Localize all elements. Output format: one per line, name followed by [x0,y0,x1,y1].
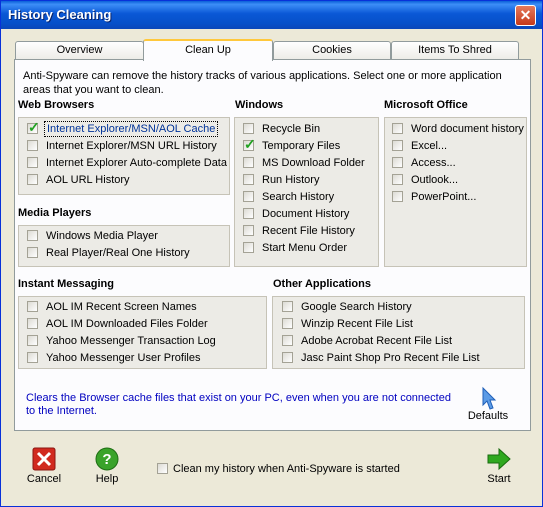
checkbox-label: Access... [411,157,456,169]
checkbox[interactable] [243,157,254,168]
checkbox[interactable] [243,136,256,152]
checkbox-label: Winzip Recent File List [301,318,413,330]
checkbox[interactable] [282,318,293,329]
checkbox[interactable] [243,225,254,236]
cancel-button[interactable]: Cancel [23,447,65,485]
checkbox-label: Real Player/Real One History [46,247,190,259]
checkbox[interactable] [243,174,254,185]
checkbox[interactable] [392,157,403,168]
checkbox[interactable] [27,247,38,258]
checkbox-label: Run History [262,174,320,186]
tab-bar: Overview Clean Up Cookies Items To Shred [15,39,529,61]
checkbox-label: Search History [262,191,335,203]
checkbox-label: Internet Explorer Auto-complete Data [46,157,227,169]
checkbox-label: Recycle Bin [262,123,321,135]
checkbox[interactable] [243,191,254,202]
history-cleaning-window: History Cleaning ✕ Overview Clean Up Coo… [0,0,543,507]
start-arrow-icon [487,447,511,471]
checkbox-label: AOL URL History [46,174,130,186]
checkbox[interactable] [27,119,40,135]
checkbox[interactable] [27,301,38,312]
checkbox-label: Google Search History [301,301,412,313]
checkbox-label: Windows Media Player [46,230,158,242]
checkbox[interactable] [27,140,38,151]
title-bar[interactable]: History Cleaning ✕ [1,1,542,29]
checkbox[interactable] [282,352,293,363]
checkbox[interactable] [282,301,293,312]
checkbox-label: Document History [262,208,350,220]
close-icon[interactable]: ✕ [515,5,536,26]
checkbox-label: Recent File History [262,225,355,237]
checkbox-label: Word document history [411,123,524,135]
tab-overview[interactable]: Overview [15,41,144,60]
media-players-title: Media Players [18,207,92,219]
checkbox-label: Temporary Files [262,140,341,152]
svg-text:?: ? [102,451,111,468]
checkbox[interactable] [282,335,293,346]
checkbox[interactable] [392,123,403,134]
instant-messaging-title: Instant Messaging [18,278,114,290]
tab-items-to-shred[interactable]: Items To Shred [391,41,519,60]
checkbox[interactable] [27,352,38,363]
checkbox-label: PowerPoint... [411,191,477,203]
checkbox-label: Jasc Paint Shop Pro Recent File List [301,352,480,364]
checkbox-label: Excel... [411,140,448,152]
intro-text: Anti-Spyware can remove the history trac… [23,70,502,96]
checkbox-label: Outlook... [411,174,459,186]
checkbox-label: Internet Explorer/MSN/AOL Cache [44,121,219,137]
tab-cookies[interactable]: Cookies [273,41,391,60]
checkbox-label: Adobe Acrobat Recent File List [301,335,453,347]
auto-clean-checkbox-box[interactable] [157,463,168,474]
checkbox[interactable] [27,318,38,329]
defaults-label: Defaults [467,410,509,422]
start-button[interactable]: Start [479,447,519,485]
checkbox[interactable] [27,174,38,185]
defaults-button[interactable]: Defaults [463,386,513,422]
checkbox-label: Start Menu Order [262,242,347,254]
start-label: Start [487,473,511,485]
checkbox[interactable] [392,191,403,202]
windows-title: Windows [235,99,284,111]
checkbox-label: AOL IM Downloaded Files Folder [46,318,208,330]
other-apps-title: Other Applications [273,278,371,290]
window-title: History Cleaning [8,7,112,22]
auto-clean-label: Clean my history when Anti-Spyware is st… [173,463,400,475]
checkbox-label: MS Download Folder [262,157,365,169]
checkbox[interactable] [27,230,38,241]
cancel-icon [32,447,56,471]
cancel-label: Cancel [26,473,62,485]
checkbox-label: Internet Explorer/MSN URL History [46,140,217,152]
checkbox[interactable] [243,242,254,253]
web-browsers-title: Web Browsers [18,99,95,111]
checkbox[interactable] [243,208,254,219]
checkbox-label: AOL IM Recent Screen Names [46,301,197,313]
checkbox-label: Yahoo Messenger User Profiles [46,352,201,364]
checkbox-label: Yahoo Messenger Transaction Log [46,335,216,347]
defaults-arrow-icon [482,386,497,410]
selection-description: Clears the Browser cache files that exis… [26,392,451,417]
office-title: Microsoft Office [384,99,468,111]
checkbox[interactable] [27,157,38,168]
checkbox[interactable] [243,123,254,134]
help-icon: ? [95,447,119,471]
checkbox[interactable] [392,140,403,151]
checkbox[interactable] [392,174,403,185]
help-label: Help [95,473,119,485]
tab-clean-up[interactable]: Clean Up [143,39,273,61]
help-button[interactable]: ? Help [87,447,127,485]
checkbox[interactable] [27,335,38,346]
